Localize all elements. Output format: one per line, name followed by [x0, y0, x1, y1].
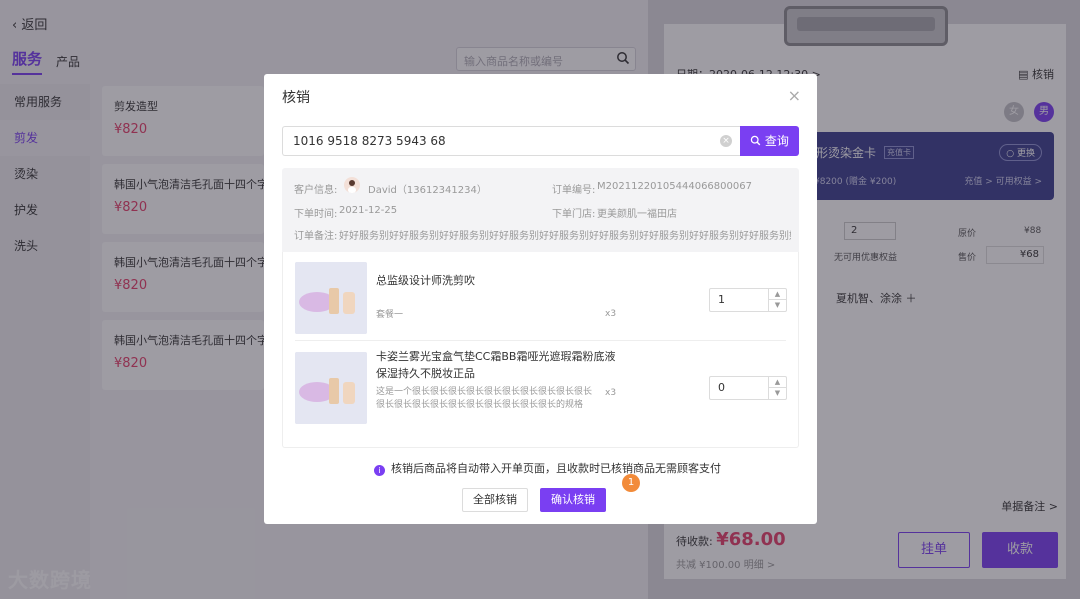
customer-label: 客户信息:	[294, 185, 338, 196]
item-name: 总监级设计师洗剪吹	[376, 274, 475, 287]
remark-label: 订单备注:	[294, 231, 338, 242]
order-no-label: 订单编号:	[552, 185, 596, 196]
quantity-value: 1	[718, 293, 725, 306]
item-name: 卡姿兰雾光宝盒气垫CC霜BB霜哑光遮瑕霜粉底液保湿持久不脱妆正品	[376, 350, 616, 380]
decrement-icon[interactable]: ▼	[768, 388, 786, 399]
item-spec: 套餐一	[376, 310, 404, 320]
modal-title: 核销	[282, 90, 310, 106]
quantity-stepper[interactable]: 0 ▲ ▼	[709, 376, 787, 400]
decrement-icon[interactable]: ▼	[768, 300, 786, 311]
code-input[interactable]: 1016 9518 8273 5943 68	[282, 126, 741, 156]
order-time-label: 下单时间:	[294, 209, 338, 220]
quantity-stepper[interactable]: 1 ▲ ▼	[709, 288, 787, 312]
confirm-verify-button[interactable]: 确认核销	[540, 488, 606, 512]
store-value: 更美颜肌一福田店	[597, 209, 677, 220]
search-icon	[750, 135, 761, 146]
verify-item-list: 总监级设计师洗剪吹 套餐一 x3 1 ▲ ▼ 卡姿兰雾光宝盒气垫CC霜BB霜哑光…	[282, 252, 799, 448]
order-time-value: 2021-12-25	[339, 205, 398, 216]
item-spec: 这是一个很长很长很长很长很长很长很长很长很长很长很长很长很长很长很长很长很长很长…	[376, 387, 593, 410]
verify-modal: 核销 × 1016 9518 8273 5943 68 × 查询 客户信息: D…	[264, 74, 817, 524]
query-button[interactable]: 查询	[740, 126, 799, 156]
increment-icon[interactable]: ▲	[768, 289, 786, 300]
increment-icon[interactable]: ▲	[768, 377, 786, 388]
customer-avatar	[344, 177, 360, 193]
info-icon: i	[374, 465, 385, 476]
clear-icon[interactable]: ×	[720, 135, 732, 147]
order-no-value: M20211220105444066800067	[597, 181, 752, 192]
item-count: x3	[605, 309, 617, 319]
list-item: 总监级设计师洗剪吹 套餐一 x3 1 ▲ ▼	[283, 252, 798, 340]
verify-tip: i 核销后商品将自动带入开单页面，且收款时已核销商品无需顾客支付	[374, 460, 721, 476]
store-label: 下单门店:	[552, 209, 596, 220]
close-icon[interactable]: ×	[788, 86, 801, 105]
remark-value: 好好服务别好好服务别好好服务别好好服务别好好服务别好好服务别好好服务别好好服务别…	[339, 231, 791, 242]
order-info-panel: 客户信息: David（13612341234） 订单编号: M20211220…	[282, 168, 799, 252]
list-item: 卡姿兰雾光宝盒气垫CC霜BB霜哑光遮瑕霜粉底液保湿持久不脱妆正品 这是一个很长很…	[283, 342, 798, 430]
product-thumbnail	[295, 352, 367, 424]
product-thumbnail	[295, 262, 367, 334]
verify-all-button[interactable]: 全部核销	[462, 488, 528, 512]
quantity-value: 0	[718, 381, 725, 394]
customer-value: David（13612341234）	[368, 185, 487, 196]
step-badge: 1	[622, 474, 640, 492]
item-count: x3	[605, 388, 617, 398]
